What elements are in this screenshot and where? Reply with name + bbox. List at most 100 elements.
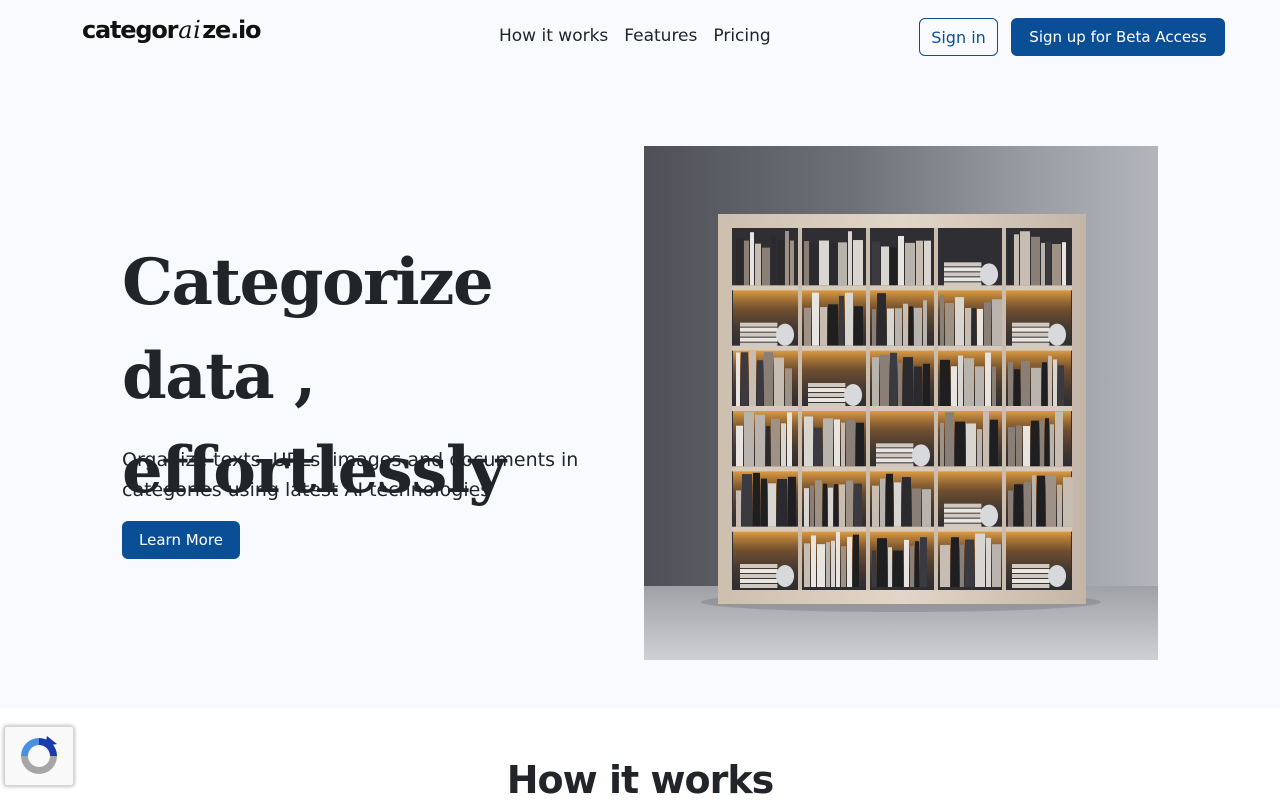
book: [955, 297, 964, 346]
book: [1057, 484, 1062, 527]
book: [828, 304, 838, 346]
recaptcha-badge[interactable]: [4, 726, 74, 786]
book: [1008, 490, 1013, 527]
book-stack: [808, 388, 846, 392]
book: [1037, 475, 1045, 527]
book: [945, 302, 954, 346]
book: [1055, 411, 1063, 467]
book: [785, 231, 789, 286]
book: [986, 537, 991, 587]
book: [877, 538, 887, 587]
shelf-board: [732, 466, 1072, 472]
book-stack: [944, 513, 982, 518]
book: [839, 295, 844, 346]
book-stack: [1012, 569, 1050, 573]
sign-up-button[interactable]: Sign up for Beta Access: [1011, 18, 1225, 56]
book: [975, 533, 985, 587]
book: [992, 366, 996, 406]
book: [749, 351, 756, 406]
logo-suffix: ze.io: [202, 16, 261, 44]
book: [1040, 420, 1044, 467]
book: [924, 240, 931, 286]
book: [741, 352, 748, 406]
book: [736, 425, 743, 467]
vase: [776, 323, 795, 346]
book-stack: [740, 337, 778, 342]
book: [872, 485, 879, 527]
book: [888, 547, 892, 587]
book: [736, 352, 740, 406]
book: [1041, 242, 1045, 286]
book: [834, 484, 838, 527]
book: [984, 302, 991, 346]
book: [755, 243, 761, 286]
book-stack: [740, 569, 778, 573]
book: [916, 240, 923, 286]
book: [1024, 481, 1031, 527]
book: [812, 292, 819, 346]
vase: [1048, 565, 1067, 587]
book-stack: [944, 267, 982, 272]
book: [972, 308, 976, 346]
book: [744, 411, 754, 467]
book: [992, 544, 1001, 587]
book: [945, 412, 954, 467]
book: [914, 366, 922, 406]
book-stack: [876, 458, 914, 463]
book: [1052, 243, 1061, 286]
book: [903, 303, 908, 346]
book: [836, 531, 840, 587]
book: [985, 352, 991, 406]
book: [853, 534, 859, 587]
book: [872, 550, 876, 587]
book: [1063, 477, 1073, 527]
book: [872, 309, 876, 346]
shelf-divider: [934, 228, 938, 590]
book: [762, 247, 770, 286]
book-stack: [1012, 564, 1050, 568]
book: [819, 240, 829, 286]
book: [1031, 420, 1039, 467]
book: [1023, 425, 1030, 467]
learn-more-button[interactable]: Learn More: [122, 521, 240, 559]
vase: [1048, 323, 1067, 346]
book-stack: [1012, 332, 1050, 337]
book-stack: [1012, 579, 1050, 583]
book-stack: [1012, 327, 1050, 332]
book-stack: [808, 393, 846, 397]
book: [768, 483, 776, 527]
shelf-board: [732, 526, 1072, 532]
vase: [844, 384, 863, 406]
book: [895, 308, 902, 346]
book: [940, 422, 944, 467]
nav-link-how-it-works[interactable]: How it works: [491, 22, 616, 50]
book-stack: [944, 277, 982, 282]
sign-in-button[interactable]: Sign in: [919, 18, 998, 56]
book: [736, 490, 741, 527]
navbar: categor ai ze.io How it works Features Pri…: [0, 0, 1280, 72]
book: [977, 429, 982, 467]
book-stack: [1012, 337, 1050, 342]
bookshelf: [718, 214, 1086, 604]
book: [894, 482, 901, 527]
book-stack: [740, 579, 778, 583]
shelf-divider: [798, 228, 802, 590]
vase: [980, 504, 999, 527]
recaptcha-icon: [21, 736, 57, 774]
book: [755, 414, 765, 467]
book: [810, 485, 814, 527]
brand-logo[interactable]: categor ai ze.io: [82, 16, 262, 48]
book: [903, 357, 913, 406]
book-stack: [944, 503, 982, 508]
book: [750, 232, 754, 286]
book: [887, 308, 894, 346]
book: [964, 358, 974, 406]
nav-link-features[interactable]: Features: [616, 22, 705, 50]
nav-link-pricing[interactable]: Pricing: [705, 22, 778, 50]
book: [922, 489, 931, 527]
book: [1045, 418, 1049, 467]
book-stack: [740, 584, 778, 588]
book: [1048, 355, 1052, 406]
book: [1031, 367, 1041, 406]
book: [771, 418, 780, 467]
